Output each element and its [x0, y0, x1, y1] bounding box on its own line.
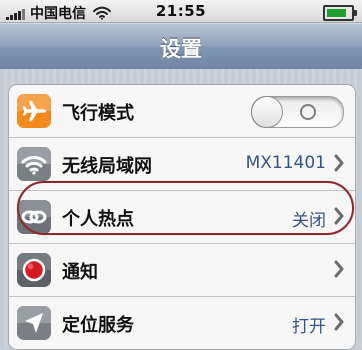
notifications-icon: [17, 253, 51, 287]
chevron-right-icon: [334, 207, 344, 225]
personal-hotspot-status: 关闭: [292, 211, 326, 231]
battery-icon: [323, 5, 357, 21]
settings-group: 飞行模式 无线局域网 MX11401 个人热点 关闭 通知 定位服务 打开: [8, 84, 356, 350]
navigation-bar: 设置: [0, 23, 362, 70]
status-bar: 中国电信 21:55: [0, 0, 362, 23]
wifi-network-name: MX11401: [245, 153, 326, 173]
location-services-row[interactable]: 定位服务 打开: [9, 297, 355, 349]
personal-hotspot-label: 个人热点: [62, 209, 134, 230]
wifi-row[interactable]: 无线局域网 MX11401: [9, 138, 355, 191]
personal-hotspot-row[interactable]: 个人热点 关闭: [9, 191, 355, 244]
toggle-knob[interactable]: [251, 96, 283, 128]
chevron-right-icon: [334, 260, 344, 278]
battery-level-fill: [327, 9, 346, 17]
location-services-status: 打开: [292, 317, 326, 337]
airplane-icon: [17, 94, 51, 128]
airplane-mode-row: 飞行模式: [9, 85, 355, 138]
toggle-off-icon: [300, 104, 316, 120]
wifi-settings-icon: [17, 147, 51, 181]
airplane-mode-label: 飞行模式: [62, 103, 134, 124]
clock-time: 21:55: [155, 2, 207, 20]
location-icon: [17, 306, 51, 340]
chevron-right-icon: [334, 313, 344, 331]
chevron-right-icon: [334, 154, 344, 172]
location-services-label: 定位服务: [62, 315, 134, 336]
wifi-label: 无线局域网: [62, 156, 152, 177]
page-title: 设置: [160, 37, 202, 61]
notifications-label: 通知: [62, 262, 98, 283]
notifications-row[interactable]: 通知: [9, 244, 355, 297]
airplane-mode-toggle[interactable]: [251, 96, 344, 128]
settings-table: 飞行模式 无线局域网 MX11401 个人热点 关闭 通知 定位服务 打开: [0, 69, 362, 350]
personal-hotspot-icon: [17, 200, 51, 234]
